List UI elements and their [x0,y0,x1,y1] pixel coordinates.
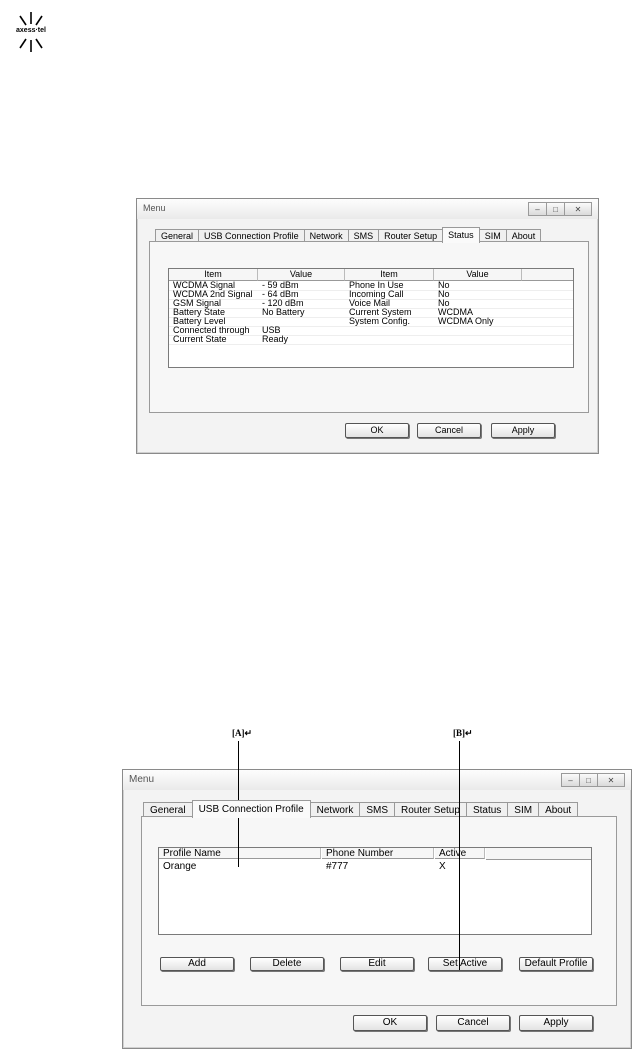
maximize-icon[interactable]: □ [546,202,565,216]
value-cell-2: WCDMA Only [438,316,494,326]
apply-button[interactable]: Apply [491,423,555,438]
phone-number-cell: #777 [326,861,349,872]
status-menu-window: Menu – □ ✕ General USB Connection Profil… [136,198,599,454]
col-header-profile-name[interactable]: Profile Name [159,848,321,859]
callout-b: [B]↵ [453,728,473,738]
table-row[interactable]: Current State Ready [169,335,573,345]
add-button[interactable]: Add [160,957,234,971]
apply-button[interactable]: Apply [519,1015,593,1031]
active-cell: X [439,861,446,872]
title-bar[interactable]: Menu – □ ✕ [137,199,598,219]
profile-menu-window: Menu – □ ✕ General USB Connection Profil… [122,769,632,1049]
col-header-blank [522,269,573,281]
item-cell-2 [345,326,349,335]
table-row[interactable]: Orange #777 X [159,861,591,873]
close-icon[interactable]: ✕ [564,202,592,216]
col-header-blank [486,848,591,860]
item-cell: Current State [173,334,227,344]
maximize-icon[interactable]: □ [579,773,598,787]
ok-button[interactable]: OK [353,1015,427,1031]
callout-b-line [459,741,460,970]
ok-button[interactable]: OK [345,423,409,438]
close-icon[interactable]: ✕ [597,773,625,787]
window-title: Menu [143,203,166,213]
axesstel-logo: axess·tel [4,10,58,54]
cancel-button[interactable]: Cancel [417,423,481,438]
logo-text: axess·tel [4,26,58,35]
delete-button[interactable]: Delete [250,957,324,971]
value-cell-2 [434,326,438,335]
edit-button[interactable]: Edit [340,957,414,971]
profile-table[interactable]: Profile Name Phone Number Active Orange … [158,847,592,935]
window-title: Menu [129,774,155,785]
status-table[interactable]: Item Value Item Value WCDMA Signal - 59 d… [168,268,574,368]
set-active-button[interactable]: Set Active [428,957,502,971]
value-cell: No Battery [262,307,305,317]
item-cell-2 [345,335,349,344]
value-cell-2 [434,335,438,344]
minimize-icon[interactable]: – [528,202,547,216]
col-header-phone-number[interactable]: Phone Number [322,848,434,859]
tab-usb-connection-profile[interactable]: USB Connection Profile [191,800,311,818]
minimize-icon[interactable]: – [561,773,580,787]
item-cell-2: System Config. [349,316,411,326]
callout-a: [A]↵ [232,728,253,738]
cancel-button[interactable]: Cancel [436,1015,510,1031]
profile-name-cell: Orange [163,861,197,872]
col-header-active[interactable]: Active [435,848,485,859]
tab-status[interactable]: Status [442,227,480,243]
profile-panel: Profile Name Phone Number Active Orange … [141,816,617,1006]
title-bar[interactable]: Menu – □ ✕ [123,770,631,790]
default-profile-button[interactable]: Default Profile [519,957,593,971]
value-cell: Ready [262,334,289,344]
status-panel: Item Value Item Value WCDMA Signal - 59 d… [149,241,589,413]
